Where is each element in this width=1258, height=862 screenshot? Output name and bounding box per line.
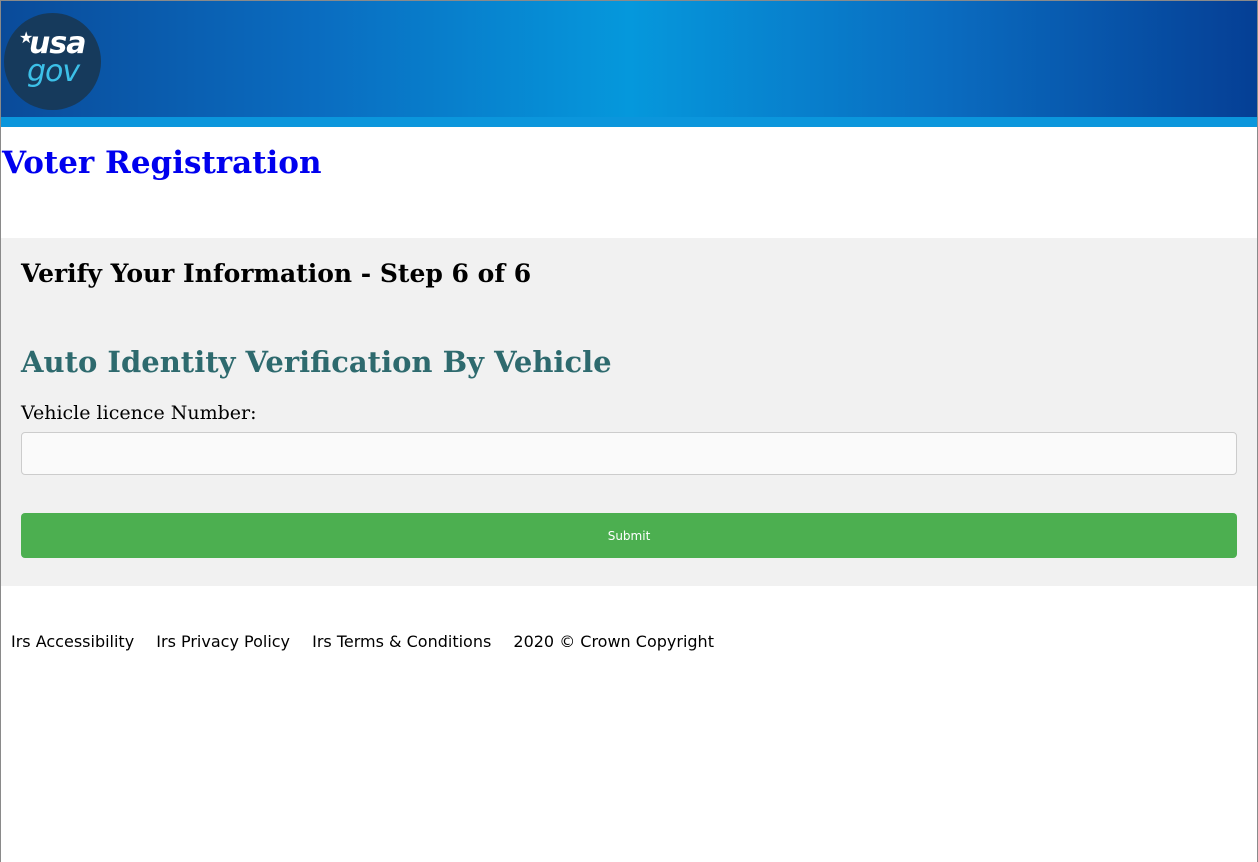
section-title: Auto Identity Verification By Vehicle	[21, 345, 612, 379]
footer: Irs Accessibility Irs Privacy Policy Irs…	[11, 632, 731, 652]
footer-link-terms[interactable]: Irs Terms & Conditions	[312, 632, 491, 651]
header-banner	[1, 1, 1257, 117]
site-header: ★ usa gov	[1, 0, 1257, 127]
step-title: Verify Your Information - Step 6 of 6	[21, 259, 532, 288]
header-stripe	[1, 117, 1257, 127]
page-title: Voter Registration	[2, 145, 322, 181]
submit-button[interactable]: Submit	[21, 513, 1237, 558]
vehicle-licence-input[interactable]	[21, 432, 1237, 475]
logo-text-gov: gov	[27, 54, 80, 89]
usagov-logo[interactable]: ★ usa gov	[4, 13, 101, 110]
vehicle-licence-label: Vehicle licence Number:	[21, 402, 257, 424]
verification-form-panel: Verify Your Information - Step 6 of 6 Au…	[1, 238, 1257, 586]
footer-link-accessibility[interactable]: Irs Accessibility	[11, 632, 134, 651]
footer-link-privacy-policy[interactable]: Irs Privacy Policy	[156, 632, 290, 651]
footer-copyright: 2020 © Crown Copyright	[513, 632, 714, 651]
